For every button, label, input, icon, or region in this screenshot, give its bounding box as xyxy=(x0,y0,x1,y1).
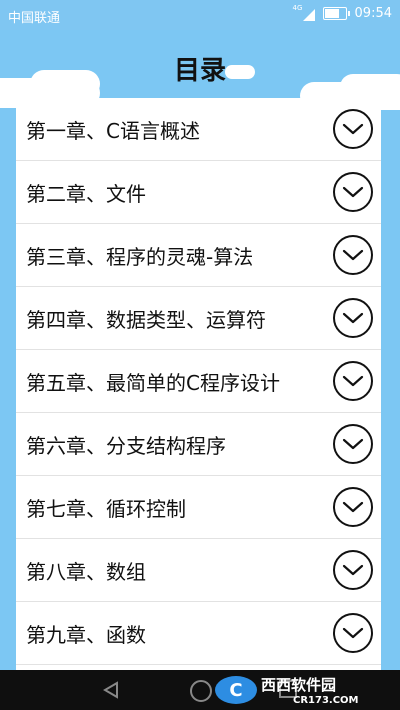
chevron-down-icon[interactable] xyxy=(333,109,373,149)
watermark: C 西西软件园 CR173.COM xyxy=(215,670,390,710)
chapter-label: 第三章、程序的灵魂-算法 xyxy=(26,244,254,269)
clock: 09:54 xyxy=(354,6,392,21)
chapter-list: 第一章、C语言概述 第二章、文件第三章、程序的灵魂-算法 第四章、数据类型、运算符第… xyxy=(16,98,381,670)
watermark-url: CR173.COM xyxy=(293,695,359,706)
home-icon[interactable] xyxy=(190,680,212,702)
watermark-logo: C xyxy=(215,676,257,704)
battery-icon xyxy=(322,7,350,20)
chapter-item[interactable]: 第七章、循环控制 xyxy=(16,476,381,539)
signal-icon: 4G xyxy=(292,3,315,21)
chapter-label: 第一章、C语言概述 xyxy=(26,118,200,143)
chapter-item[interactable]: 第三章、程序的灵魂-算法 xyxy=(16,224,381,287)
chapter-label: 第二章、文件 xyxy=(26,181,146,206)
chevron-down-icon[interactable] xyxy=(333,424,373,464)
chevron-down-icon[interactable] xyxy=(333,298,373,338)
chevron-down-icon[interactable] xyxy=(333,550,373,590)
chevron-down-icon[interactable] xyxy=(333,235,373,275)
page-title: 目录 xyxy=(173,56,226,86)
chapter-item[interactable]: 第八章、数组 xyxy=(16,539,381,602)
chapter-label: 第五章、最简单的C程序设计 xyxy=(26,370,280,395)
chevron-down-icon[interactable] xyxy=(333,613,373,653)
chapter-item[interactable]: 第六章、分支结构程序 xyxy=(16,413,381,476)
chevron-down-icon[interactable] xyxy=(333,172,373,212)
chapter-item[interactable]: 第九章、函数 xyxy=(16,602,381,665)
watermark-brand: 西西软件园 xyxy=(261,676,337,694)
back-icon[interactable] xyxy=(102,681,120,699)
chapter-label: 第九章、函数 xyxy=(26,622,146,647)
chapter-label: 第六章、分支结构程序 xyxy=(26,433,226,458)
network-type: 4G xyxy=(292,3,303,12)
chapter-label: 第七章、循环控制 xyxy=(26,496,186,521)
chevron-down-icon[interactable] xyxy=(333,487,373,527)
status-bar: 中国联通 4G 09:54 xyxy=(0,0,400,30)
carrier-label: 中国联通 xyxy=(8,11,61,26)
chapter-label: 第八章、数组 xyxy=(26,559,146,584)
chapter-item[interactable]: 第四章、数据类型、运算符 xyxy=(16,287,381,350)
chapter-item[interactable]: 第二章、文件 xyxy=(16,161,381,224)
chevron-down-icon[interactable] xyxy=(333,361,373,401)
chapter-label: 第四章、数据类型、运算符 xyxy=(26,307,266,332)
chapter-item[interactable]: 第五章、最简单的C程序设计 xyxy=(16,350,381,413)
chapter-item[interactable]: 第一章、C语言概述 xyxy=(16,98,381,161)
status-icons: 4G 09:54 xyxy=(292,3,392,22)
